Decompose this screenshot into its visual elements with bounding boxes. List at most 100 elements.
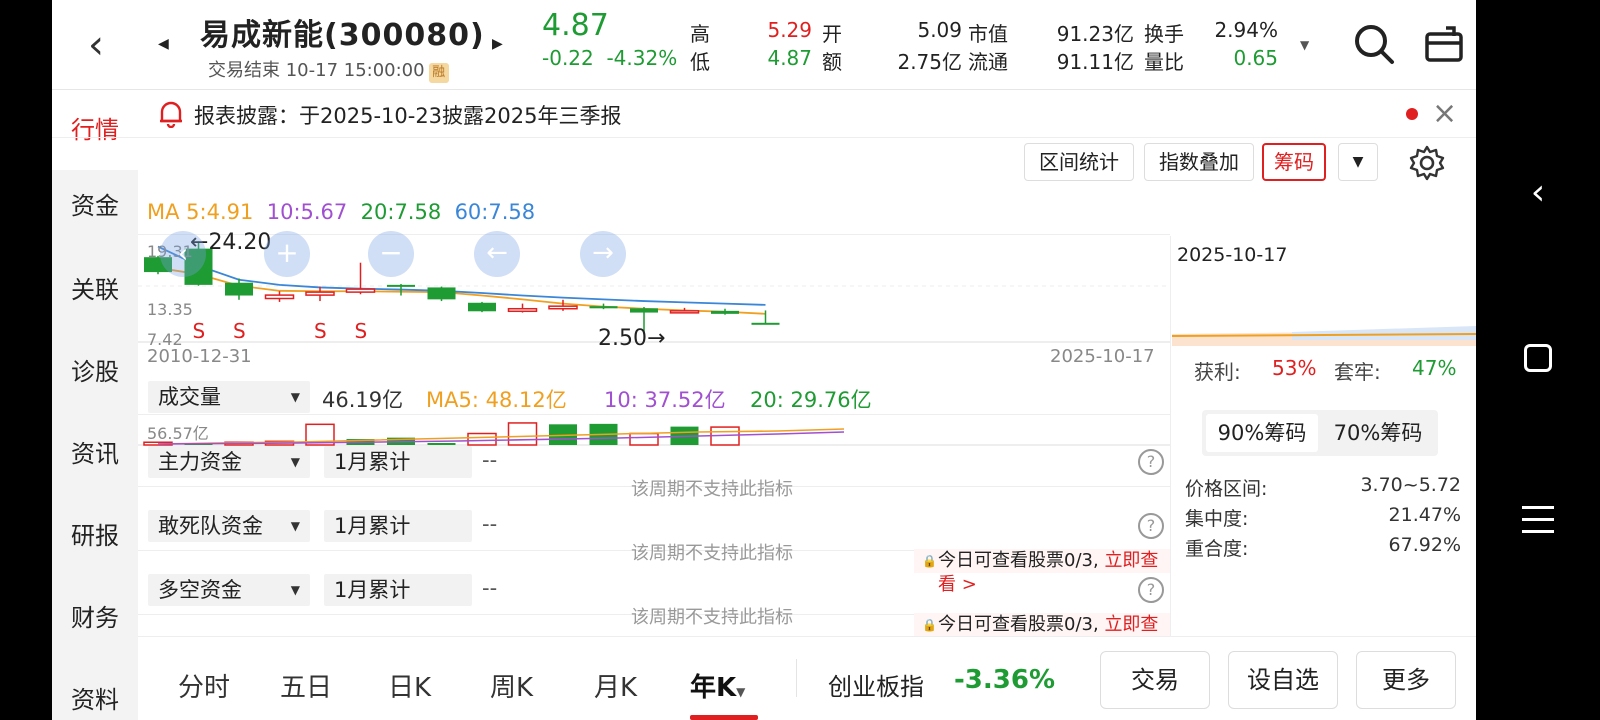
chart-prev-icon[interactable]: ‹ <box>160 231 206 277</box>
prev-stock-icon[interactable]: ◀ <box>158 36 169 52</box>
app-window: ‹ ◀ 易成新能(300080) ▶ 交易结束 10-17 15:00:00 融 … <box>52 0 1476 720</box>
profit-value: 53% <box>1272 356 1317 380</box>
toolbar-dropdown-icon[interactable]: ▼ <box>1338 143 1378 181</box>
ma-legend: MA 5:4.91 10:5.67 20:7.58 60:7.58 <box>147 200 535 224</box>
volume-ma20: 20: 29.76亿 <box>750 388 872 412</box>
kline-axis-label: 13.35 <box>147 300 193 319</box>
back-icon[interactable]: ‹ <box>88 22 118 68</box>
last-price: 4.87 <box>542 8 609 43</box>
sidebar-item-finance[interactable]: 财务 <box>52 598 138 633</box>
search-icon[interactable] <box>1352 22 1396 66</box>
trade-status: 交易结束 10-17 15:00:00 融 <box>208 56 449 83</box>
indicator-period[interactable]: 1月累计 <box>324 446 472 478</box>
unread-dot <box>1406 108 1418 120</box>
sidebar-item-profile[interactable]: 资料 <box>52 680 138 715</box>
share-icon[interactable] <box>1424 24 1464 64</box>
unsupported-notice: 该周期不支持此指标 <box>631 543 793 564</box>
system-home-icon[interactable] <box>1524 344 1552 372</box>
chart-end-date: 2025-10-17 <box>1050 346 1155 367</box>
sidebar-item-research[interactable]: 研报 <box>52 516 138 551</box>
more-button[interactable]: 更多 <box>1356 651 1456 709</box>
volume-selector[interactable]: 成交量 ▼ <box>148 381 310 413</box>
help-icon[interactable]: ? <box>1138 577 1164 603</box>
zoom-in-icon[interactable]: + <box>264 231 310 277</box>
candle-body <box>669 310 700 314</box>
bell-icon <box>158 100 184 129</box>
add-watchlist-button[interactable]: 设自选 <box>1228 651 1338 709</box>
sell-signal-mark: S <box>233 319 246 343</box>
ma20-label: 20:7.58 <box>360 200 442 224</box>
system-back-icon[interactable]: ‹ <box>1476 172 1600 213</box>
indicator-selector[interactable]: 多空资金 ▼ <box>148 574 310 606</box>
volume-ma5-line <box>157 428 845 445</box>
chart-start-date: 2010-12-31 <box>147 346 252 367</box>
candle-body <box>225 282 253 296</box>
index-name[interactable]: 创业板指 <box>828 667 924 702</box>
next-stock-icon[interactable]: ▶ <box>492 36 503 52</box>
sidebar-item-diagnosis[interactable]: 诊股 <box>52 352 138 387</box>
expand-stats-icon[interactable]: ▼ <box>1300 38 1309 52</box>
tab-daily-k[interactable]: 日K <box>388 667 431 704</box>
volume-bar <box>629 432 659 446</box>
trade-button[interactable]: 交易 <box>1100 651 1210 709</box>
sell-signal-mark: S <box>355 319 368 343</box>
tab-monthly-k[interactable]: 月K <box>594 667 637 704</box>
quota-promo[interactable]: 🔒今日可查看股票0/3, 立即查看 > <box>914 613 1170 659</box>
settings-gear-icon[interactable] <box>1408 144 1446 182</box>
candle-body <box>630 308 658 313</box>
high-value: 5.29 <box>767 18 812 42</box>
mktcap-label: 市值 <box>968 22 1008 46</box>
index-overlay-button[interactable]: 指数叠加 <box>1144 143 1254 181</box>
scroll-right-icon[interactable]: → <box>580 231 626 277</box>
volratio-label: 量比 <box>1144 50 1184 74</box>
overlap-row: 重合度: 67.92% <box>1185 534 1461 560</box>
chips-tab-group: 90%筹码 70%筹码 <box>1202 410 1438 456</box>
tab-90-chips[interactable]: 90%筹码 <box>1206 414 1318 452</box>
zoom-out-icon[interactable]: − <box>368 231 414 277</box>
chips-button[interactable]: 筹码 <box>1262 143 1326 181</box>
turnover-label: 换手 <box>1144 22 1184 46</box>
indicator-period[interactable]: 1月累计 <box>324 510 472 542</box>
kline-low-annotation: 2.50→ <box>598 326 666 351</box>
quota-promo[interactable]: 🔒今日可查看股票0/3, 立即查看 > <box>914 549 1170 595</box>
chips-distribution-chart <box>1172 326 1476 346</box>
sidebar-item-news[interactable]: 资讯 <box>52 434 138 469</box>
system-menu-icon[interactable] <box>1522 506 1554 533</box>
sidebar-item-funds[interactable]: 资金 <box>52 186 138 221</box>
ma-line-ma60 <box>157 245 766 306</box>
range-stats-button[interactable]: 区间统计 <box>1024 143 1134 181</box>
volume-ma10: 10: 37.52亿 <box>604 388 726 412</box>
chips-date: 2025-10-17 <box>1177 244 1288 266</box>
indicator-period[interactable]: 1月累计 <box>324 574 472 606</box>
sidebar: 行情 资金 关联 诊股 资讯 研报 财务 资料 <box>52 90 138 720</box>
indicator-row: 敢死队资金 ▼ 1月累计 -- ? 该周期不支持此指标 🔒 今日可查看股票0/3, … <box>138 510 1170 595</box>
index-change: -3.36% <box>954 665 1055 695</box>
volume-chart[interactable] <box>138 414 1170 446</box>
ma60-label: 60:7.58 <box>454 200 536 224</box>
active-tab-indicator <box>690 715 758 720</box>
candle-body <box>305 291 335 296</box>
tab-five-day[interactable]: 五日 <box>280 667 332 704</box>
volume-bar <box>427 443 456 445</box>
report-notice[interactable]: 报表披露：于2025-10-23披露2025年三季报 × <box>52 90 1476 138</box>
trapped-label: 套牢: <box>1334 360 1381 384</box>
indicator-selector[interactable]: 敢死队资金 ▼ <box>148 510 310 542</box>
scroll-left-icon[interactable]: ← <box>474 231 520 277</box>
candle-body <box>345 288 376 293</box>
profit-label: 获利: <box>1194 360 1241 384</box>
indicator-selector[interactable]: 主力资金 ▼ <box>148 446 310 478</box>
tab-70-chips[interactable]: 70%筹码 <box>1322 414 1434 452</box>
close-icon[interactable]: × <box>1432 96 1457 131</box>
tab-intraday[interactable]: 分时 <box>178 667 230 704</box>
tab-yearly-k[interactable]: 年K▼ <box>690 667 745 704</box>
open-label: 开 <box>822 22 842 46</box>
float-value: 91.11亿 <box>1056 50 1134 74</box>
sidebar-item-related[interactable]: 关联 <box>52 270 138 305</box>
help-icon[interactable]: ? <box>1138 449 1164 475</box>
panel-divider <box>1170 236 1171 636</box>
help-icon[interactable]: ? <box>1138 513 1164 539</box>
amount-label: 额 <box>822 50 842 74</box>
sell-signal-mark: S <box>193 319 206 343</box>
divider <box>796 659 797 697</box>
tab-weekly-k[interactable]: 周K <box>490 667 533 704</box>
